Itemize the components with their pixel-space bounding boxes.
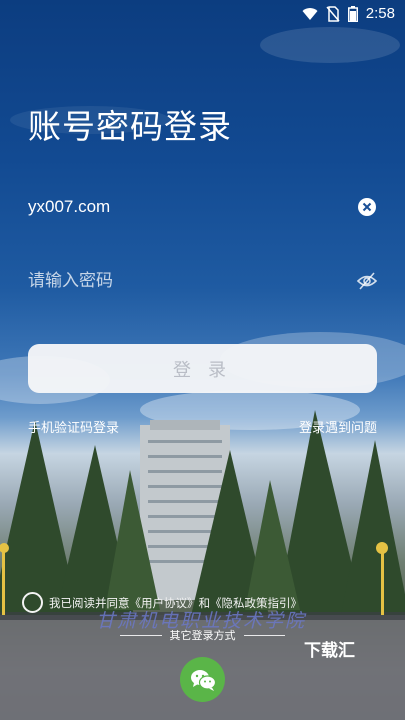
- divider-line: [243, 634, 285, 636]
- other-login-label: 其它登录方式: [169, 630, 236, 642]
- status-icons: 2:58: [302, 5, 395, 22]
- divider-line: [120, 634, 162, 636]
- status-bar: 2:58: [0, 0, 405, 28]
- other-login-divider: 其它登录方式: [120, 627, 285, 643]
- sms-login-link[interactable]: 手机验证码登录: [28, 417, 119, 436]
- agreement-radio[interactable]: [22, 592, 43, 613]
- password-input[interactable]: [28, 271, 328, 291]
- wifi-icon: [302, 7, 318, 20]
- agreement-prefix: 我已阅读并同意: [49, 597, 130, 610]
- password-field: [28, 259, 378, 303]
- account-input[interactable]: [28, 197, 328, 217]
- agreement-conjunction: 和: [198, 597, 211, 610]
- login-button[interactable]: 登 录: [28, 344, 377, 393]
- status-time: 2:58: [365, 5, 395, 22]
- clear-icon[interactable]: [356, 196, 378, 218]
- login-problem-link[interactable]: 登录遇到问题: [299, 417, 377, 436]
- agreement-text: 我已阅读并同意《用户协议》和《隐私政策指引》: [49, 595, 302, 611]
- no-sim-icon: [326, 5, 340, 22]
- wechat-login-button[interactable]: [180, 657, 225, 702]
- privacy-policy-link[interactable]: 《隐私政策指引》: [210, 598, 302, 610]
- page-title: 账号密码登录: [28, 108, 232, 145]
- account-field: [28, 185, 378, 229]
- watermark-text: 下载汇: [304, 641, 355, 660]
- user-agreement-link[interactable]: 《用户协议》: [130, 598, 199, 610]
- agreement-row: 我已阅读并同意《用户协议》和《隐私政策指引》: [22, 592, 302, 613]
- battery-icon: [347, 5, 358, 22]
- wechat-icon: [190, 669, 216, 691]
- hidden-eye-icon[interactable]: [356, 270, 378, 292]
